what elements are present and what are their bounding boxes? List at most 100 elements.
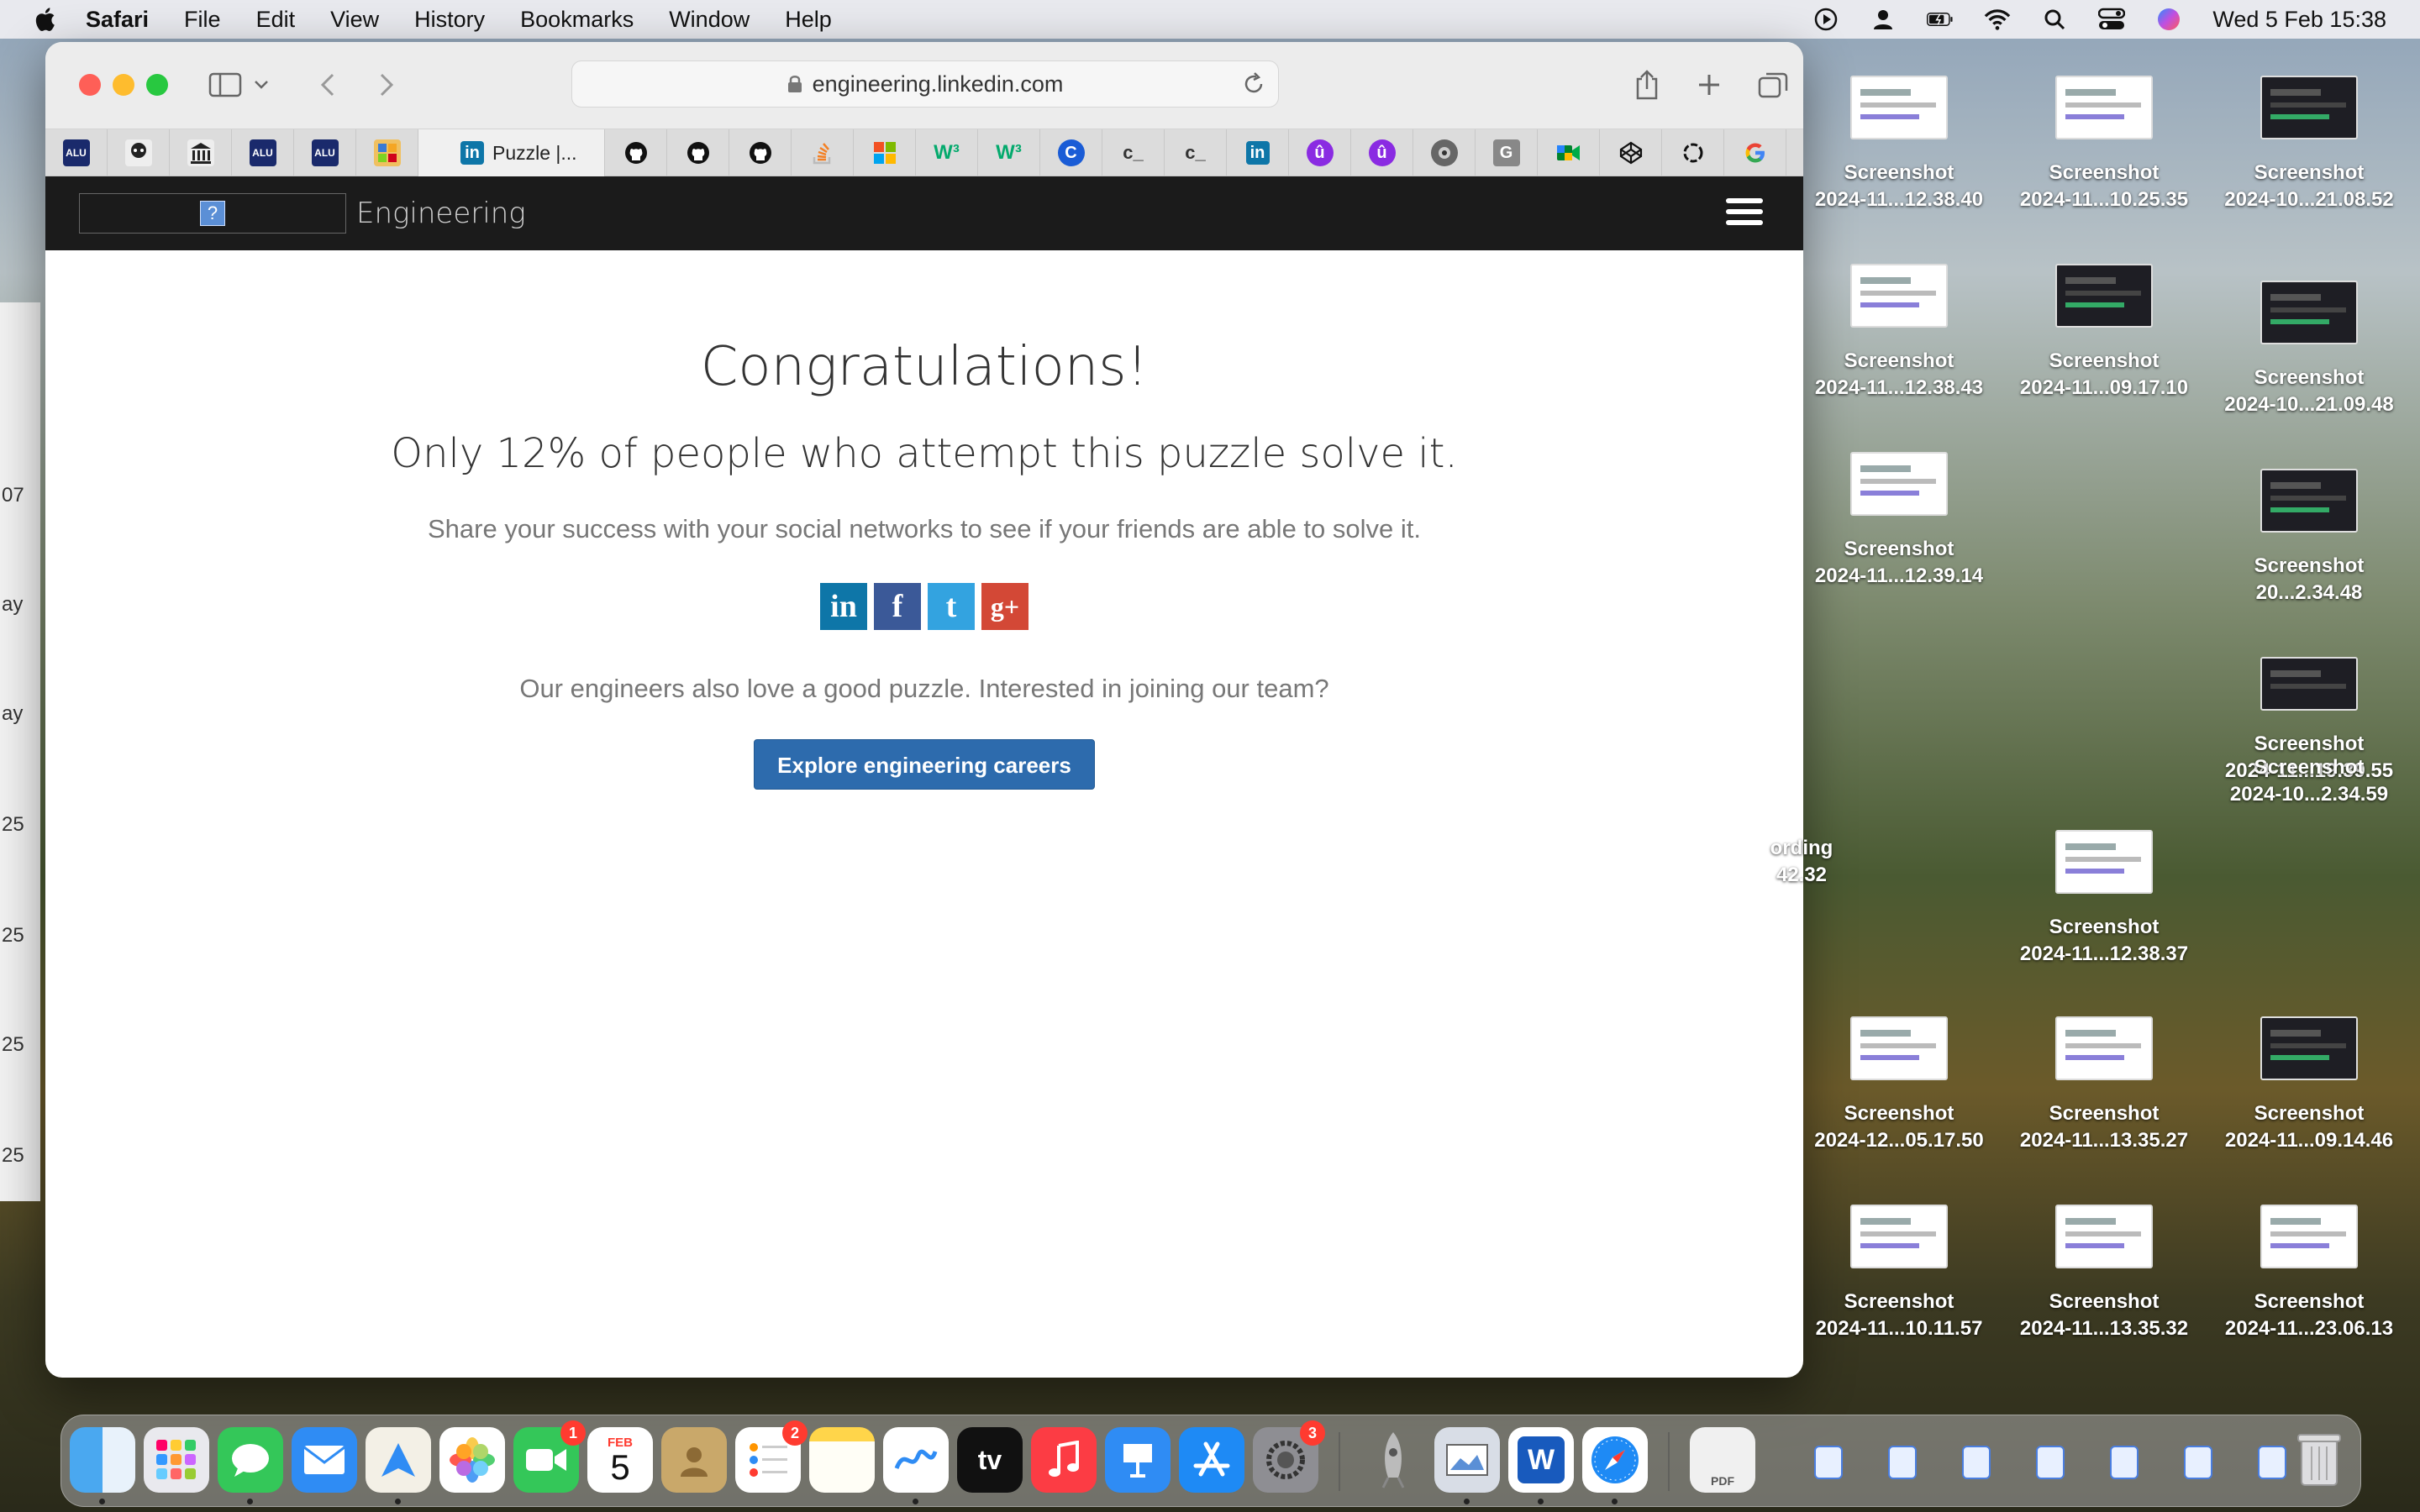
pinned-tab[interactable] — [1724, 129, 1786, 176]
forward-icon[interactable] — [368, 67, 405, 102]
desktop-file-icon[interactable]: Screenshot 2024-11...12.39.14 — [1798, 452, 2000, 590]
contacts-icon[interactable] — [661, 1427, 727, 1493]
notes-icon[interactable] — [809, 1427, 875, 1493]
tab-puzzle-active[interactable]: in Puzzle |... — [418, 129, 605, 176]
pinned-tab[interactable]: W³ — [916, 129, 978, 176]
desktop-file-icon[interactable]: Screenshot 2024-11...09.14.46 — [2208, 1016, 2410, 1154]
pinned-tab[interactable]: G — [1476, 129, 1538, 176]
pinned-tab[interactable]: C — [1040, 129, 1102, 176]
music-icon[interactable] — [1031, 1427, 1097, 1493]
search-icon[interactable] — [2041, 6, 2068, 33]
menubar-clock[interactable]: Wed 5 Feb 15:38 — [2212, 7, 2386, 33]
linkedin-share-icon[interactable]: in — [820, 583, 867, 630]
desktop-file-icon[interactable]: Screenshot 2024-11...13.35.32 — [2003, 1205, 2205, 1342]
desktop-file-icon[interactable]: Screenshot 2024-10...21.08.52 — [2208, 76, 2410, 213]
pinned-tab[interactable]: û — [1351, 129, 1413, 176]
finder-icon[interactable] — [70, 1427, 135, 1504]
menu-help[interactable]: Help — [785, 7, 832, 33]
reload-icon[interactable] — [1241, 71, 1266, 97]
play-icon[interactable] — [1812, 6, 1839, 33]
pinned-tab[interactable] — [1600, 129, 1662, 176]
desktop-file-icon[interactable]: Screenshot 2024-11...09.17.10 — [2003, 264, 2205, 402]
minimized-window-icon[interactable] — [1888, 1446, 1917, 1479]
pinned-tab[interactable]: û — [1289, 129, 1351, 176]
desktop-file-icon[interactable]: Screenshot 2024-11...23.06.13 — [2208, 1205, 2410, 1342]
rocket-app-icon[interactable] — [1360, 1427, 1426, 1493]
pdf-document-icon[interactable]: PDF — [1690, 1427, 1755, 1493]
share-icon[interactable] — [1628, 67, 1665, 102]
googleplus-share-icon[interactable]: g+ — [981, 583, 1028, 630]
menu-history[interactable]: History — [414, 7, 485, 33]
site-brand[interactable]: Engineering — [356, 197, 526, 230]
minimized-window-icon[interactable] — [2036, 1446, 2065, 1479]
menu-edit[interactable]: Edit — [256, 7, 296, 33]
desktop-file-icon[interactable]: Screenshot 2024-10...2.34.59 — [2208, 754, 2410, 808]
pinned-tab[interactable]: c_ — [1165, 129, 1227, 176]
back-icon[interactable] — [309, 67, 346, 102]
pinned-tab[interactable] — [729, 129, 792, 176]
desktop-file-icon[interactable]: Screenshot 2024-11...12.38.43 — [1798, 264, 2000, 402]
pinned-tab[interactable] — [667, 129, 729, 176]
preview-icon[interactable] — [1434, 1427, 1500, 1504]
menu-window[interactable]: Window — [669, 7, 750, 33]
launchpad-icon[interactable] — [144, 1427, 209, 1493]
minimized-window-icon[interactable] — [2258, 1446, 2286, 1479]
apple-menu-icon[interactable] — [32, 5, 60, 34]
pinned-tab[interactable] — [854, 129, 916, 176]
pinned-tab[interactable] — [1662, 129, 1724, 176]
word-icon[interactable]: W — [1508, 1427, 1574, 1504]
pinned-tab[interactable] — [792, 129, 854, 176]
desktop-file-icon[interactable]: Screenshot 20...2.34.48 — [2208, 469, 2410, 606]
desktop-file-icon[interactable]: Screenshot 2024-11...12.38.40 — [1798, 76, 2000, 213]
keynote-icon[interactable] — [1105, 1427, 1171, 1493]
menu-view[interactable]: View — [330, 7, 379, 33]
hamburger-menu-icon[interactable] — [1726, 198, 1763, 228]
pinned-tab[interactable]: ALU — [294, 129, 356, 176]
tab-overview-icon[interactable] — [1754, 67, 1791, 102]
battery-icon[interactable] — [1927, 6, 1954, 33]
minimized-window-icon[interactable] — [1962, 1446, 1991, 1479]
calendar-icon[interactable]: FEB 5 — [587, 1427, 653, 1493]
twitter-share-icon[interactable]: t — [928, 583, 975, 630]
pinned-tab[interactable]: ALU — [232, 129, 294, 176]
desktop-file-icon[interactable]: Screenshot 2024-11...10.25.35 — [2003, 76, 2205, 213]
address-bar[interactable]: engineering.linkedin.com — [571, 60, 1279, 108]
minimized-window-icon[interactable] — [2110, 1446, 2139, 1479]
photos-icon[interactable] — [439, 1427, 505, 1493]
minimized-window-icon[interactable] — [1814, 1446, 1843, 1479]
app-store-icon[interactable] — [1179, 1427, 1244, 1493]
appletv-icon[interactable]: tv — [957, 1427, 1023, 1493]
desktop-file-icon[interactable]: Screenshot 2024-11...10.11.57 — [1798, 1205, 2000, 1342]
control-center-icon[interactable] — [2098, 6, 2126, 33]
pinned-tab[interactable]: ALU — [45, 129, 108, 176]
site-logo[interactable]: ? — [79, 193, 346, 234]
pinned-tab[interactable] — [170, 129, 232, 176]
pinned-tab[interactable] — [108, 129, 170, 176]
chevron-down-icon[interactable] — [249, 67, 274, 102]
pinned-tab[interactable] — [1413, 129, 1476, 176]
desktop-file-icon[interactable]: Screenshot 2024-10...21.09.48 — [2208, 281, 2410, 418]
sidebar-toggle-icon[interactable] — [207, 67, 244, 102]
siri-icon[interactable] — [2155, 6, 2182, 33]
desktop-file-icon[interactable]: Screenshot 2024-11...12.38.37 — [2003, 830, 2205, 968]
reminders-icon[interactable]: 2 — [735, 1420, 808, 1493]
mail-icon[interactable] — [292, 1427, 357, 1493]
menu-bookmarks[interactable]: Bookmarks — [520, 7, 634, 33]
pinned-tab[interactable]: W³ — [978, 129, 1040, 176]
desktop-file-icon[interactable]: ording 42.32 — [1718, 835, 1886, 889]
pinned-tab[interactable]: c_ — [1102, 129, 1165, 176]
menu-file[interactable]: File — [184, 7, 221, 33]
zoom-window-button[interactable] — [146, 74, 168, 96]
maps-icon[interactable] — [366, 1427, 431, 1504]
messages-icon[interactable] — [218, 1427, 283, 1504]
pinned-tab[interactable] — [605, 129, 667, 176]
freeform-icon[interactable] — [883, 1427, 949, 1504]
facetime-icon[interactable]: 1 — [513, 1420, 586, 1493]
menu-app-safari[interactable]: Safari — [86, 7, 149, 33]
explore-careers-button[interactable]: Explore engineering careers — [754, 739, 1095, 790]
wifi-icon[interactable] — [1984, 6, 2011, 33]
close-window-button[interactable] — [79, 74, 101, 96]
new-tab-icon[interactable] — [1691, 67, 1728, 102]
minimized-window-icon[interactable] — [2184, 1446, 2212, 1479]
user-icon[interactable] — [1870, 6, 1897, 33]
